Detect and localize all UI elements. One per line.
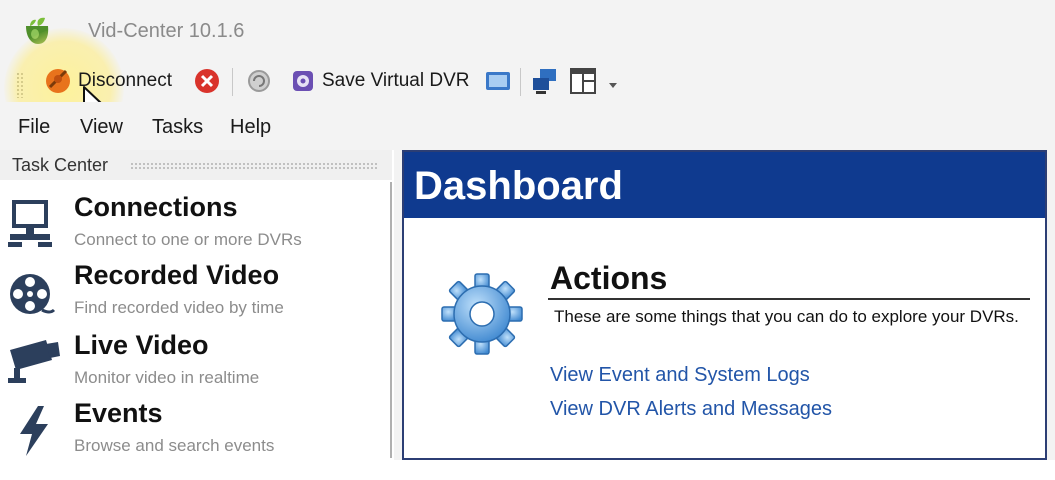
gear-icon [441,273,523,355]
link-view-dvr-alerts[interactable]: View DVR Alerts and Messages [550,398,832,421]
save-dvr-icon [293,71,313,91]
task-item-live-video[interactable]: Live Video Monitor video in realtime [0,328,392,398]
window-title: Vid-Center 10.1.6 [88,20,245,42]
menu-view[interactable]: View [80,116,123,139]
save-virtual-dvr-label: Save Virtual DVR [322,70,470,91]
task-center-grip [130,162,378,170]
task-item-description: Connect to one or more DVRs [74,230,302,249]
task-item-title: Recorded Video [74,260,280,290]
menu-file[interactable]: File [18,116,50,139]
layout-icon[interactable] [568,66,598,96]
task-item-description: Find recorded video by time [74,298,284,317]
task-item-title: Events [74,398,163,428]
toolbar-separator [520,68,521,96]
menu-tasks[interactable]: Tasks [152,116,203,139]
task-item-description: Monitor video in realtime [74,368,260,387]
dashboard-title: Dashboard [414,164,623,208]
stop-icon[interactable] [194,68,220,94]
task-item-connections[interactable]: Connections Connect to one or more DVRs [0,188,392,258]
link-view-event-logs[interactable]: View Event and System Logs [550,364,810,387]
task-item-description: Browse and search events [74,436,275,455]
task-center-title: Task Center [12,155,109,175]
toolbar-separator [232,68,233,96]
task-item-title: Live Video [74,330,209,360]
task-item-events[interactable]: Events Browse and search events [0,396,392,466]
disconnect-button[interactable]: Disconnect [44,66,172,96]
save-virtual-dvr-button[interactable]: Save Virtual DVR [290,66,470,96]
computer-network-icon [8,200,52,247]
task-item-title: Connections [74,192,238,222]
task-center-panel: Connections Connect to one or more DVRs … [0,182,392,458]
task-item-recorded-video[interactable]: Recorded Video Find recorded video by ti… [0,258,392,328]
dropdown-arrow-icon[interactable] [608,80,618,90]
menu-help[interactable]: Help [230,116,271,139]
disconnect-icon [46,69,70,93]
actions-divider [548,298,1030,300]
panel-splitter[interactable] [394,150,402,460]
actions-description: These are some things that you can do to… [554,307,1019,326]
refresh-icon[interactable] [246,68,272,94]
camera-icon [8,340,60,383]
screen-icon[interactable] [484,68,512,94]
network-icon[interactable] [530,66,560,96]
film-reel-icon [10,274,56,314]
actions-heading: Actions [550,260,668,296]
lightning-icon [20,406,48,456]
